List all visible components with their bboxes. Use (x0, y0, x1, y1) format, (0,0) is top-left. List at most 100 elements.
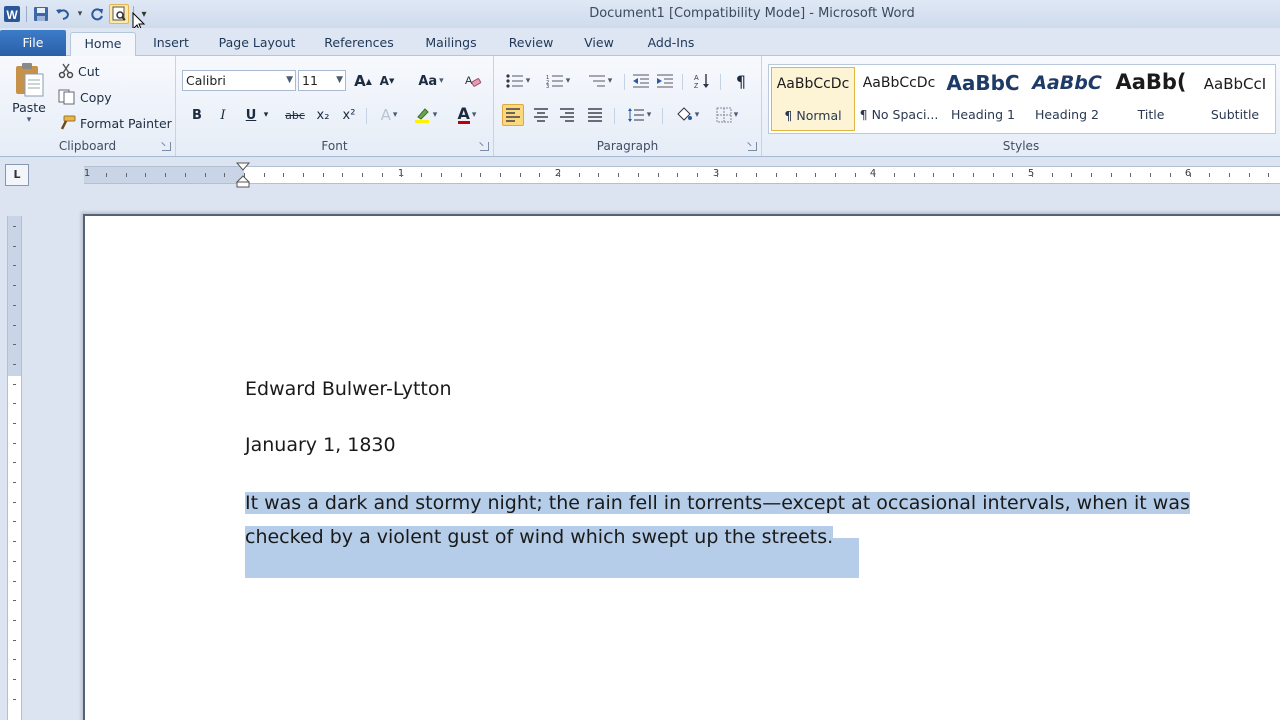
style-title[interactable]: AaBb( Title (1109, 67, 1193, 131)
numbering-button[interactable]: 123 (540, 70, 576, 92)
font-color-icon: A (457, 103, 470, 124)
ruler-tick (13, 679, 16, 680)
paste-button[interactable]: Paste ▾ (8, 60, 50, 125)
increase-indent-button[interactable] (654, 70, 676, 92)
paragraph-line: It was a dark and stormy night; the rain… (245, 492, 1190, 514)
ruler-tick (382, 173, 383, 177)
shading-button[interactable] (670, 104, 704, 126)
indent-marker-icon[interactable] (235, 162, 251, 191)
tab-addins[interactable]: Add-Ins (638, 32, 704, 56)
text-effects-button[interactable]: A (374, 104, 404, 126)
ruler-tick (13, 462, 16, 463)
show-marks-button[interactable]: ¶ (730, 70, 752, 92)
style-subtitle[interactable]: AaBbCcI Subtitle (1193, 67, 1277, 131)
chevron-down-icon: ▼ (336, 75, 343, 85)
style-preview: AaBbC (1032, 72, 1102, 94)
tab-selector[interactable]: L (5, 164, 29, 186)
font-launcher-icon[interactable] (480, 142, 489, 151)
paragraph-launcher-icon[interactable] (748, 142, 757, 151)
tab-view[interactable]: View (576, 32, 622, 56)
ruler-tick (13, 443, 16, 444)
align-right-button[interactable] (556, 104, 578, 126)
ruler-tick (13, 482, 16, 483)
font-size-combo[interactable]: 11 ▼ (298, 70, 346, 91)
tab-mailings[interactable]: Mailings (416, 32, 486, 56)
italic-button[interactable]: I (212, 104, 234, 126)
style-preview: AaBbC (946, 71, 1020, 95)
ruler-tick (224, 173, 225, 177)
strikethrough-button[interactable]: abc (282, 104, 308, 126)
increase-indent-icon (656, 74, 674, 88)
font-name-combo[interactable]: Calibri ▼ (182, 70, 296, 91)
decrease-indent-button[interactable] (630, 70, 652, 92)
superscript-button[interactable]: x² (338, 104, 360, 126)
bullets-button[interactable] (500, 70, 536, 92)
ruler-tick (796, 173, 797, 177)
bold-button[interactable]: B (186, 104, 208, 126)
sort-button[interactable]: AZ (692, 70, 714, 92)
ruler-tick (165, 173, 166, 177)
ruler-tick (1249, 173, 1250, 177)
clear-formatting-button[interactable]: A (462, 70, 484, 92)
cut-button[interactable]: Cut (58, 63, 100, 79)
line-spacing-button[interactable] (622, 104, 656, 126)
selected-paragraph[interactable]: It was a dark and stormy night; the rain… (245, 486, 1219, 554)
paragraph-separator (682, 74, 683, 90)
ruler-tick (13, 344, 16, 345)
ruler-tick (13, 265, 16, 266)
tab-references[interactable]: References (318, 32, 400, 56)
style-normal[interactable]: AaBbCcDc ¶ Normal (771, 67, 855, 131)
style-no-spacing[interactable]: AaBbCcDc ¶ No Spaci... (857, 67, 941, 131)
style-heading-1[interactable]: AaBbC Heading 1 (941, 67, 1025, 131)
tab-insert[interactable]: Insert (146, 32, 196, 56)
font-color-button[interactable]: A (450, 104, 484, 126)
cut-label: Cut (78, 63, 100, 79)
tab-page-layout[interactable]: Page Layout (212, 32, 302, 56)
subscript-button[interactable]: x₂ (312, 104, 334, 126)
shrink-font-icon: A (379, 74, 389, 88)
ruler-tick (323, 173, 324, 177)
ruler-tick (106, 173, 107, 177)
ruler-tick (756, 173, 757, 177)
ruler-tick (13, 620, 16, 621)
borders-button[interactable] (710, 104, 744, 126)
ruler-tick (1111, 173, 1112, 177)
highlight-button[interactable] (410, 104, 440, 126)
borders-icon (716, 107, 732, 123)
tab-home[interactable]: Home (70, 32, 136, 56)
change-case-button[interactable]: Aa (414, 70, 448, 92)
align-left-button[interactable] (502, 104, 524, 126)
tab-review[interactable]: Review (502, 32, 560, 56)
multilevel-list-button[interactable] (582, 70, 618, 92)
copy-button[interactable]: Copy (58, 89, 112, 105)
justify-button[interactable] (584, 104, 606, 126)
align-right-icon (559, 108, 575, 122)
grow-font-button[interactable]: A ▲ (352, 70, 374, 92)
paragraph-separator (624, 74, 625, 90)
horizontal-ruler[interactable]: 1123456 (84, 166, 1280, 184)
svg-text:3: 3 (546, 84, 549, 88)
align-center-button[interactable] (530, 104, 552, 126)
style-heading-2[interactable]: AaBbC Heading 2 (1025, 67, 1109, 131)
format-painter-button[interactable]: Format Painter (58, 115, 172, 131)
ruler-tick (1150, 173, 1151, 177)
ruler-number: 3 (712, 168, 720, 179)
clipboard-launcher-icon[interactable] (162, 142, 171, 151)
paragraph-separator (662, 108, 663, 124)
shrink-font-button[interactable]: A ▼ (376, 70, 398, 92)
ruler-tick (1170, 173, 1171, 177)
ruler-tick (1190, 173, 1191, 177)
paste-dropdown-icon[interactable]: ▾ (27, 116, 32, 125)
ruler-tick (480, 173, 481, 177)
date-line[interactable]: January 1, 1830 (245, 434, 396, 456)
author-line[interactable]: Edward Bulwer-Lytton (245, 378, 452, 400)
document-page[interactable]: Edward Bulwer-Lytton January 1, 1830 It … (83, 214, 1280, 720)
underline-dropdown-icon[interactable]: ▾ (260, 104, 272, 126)
tab-file[interactable]: File (0, 30, 66, 56)
style-preview: AaBbCcDc (862, 75, 936, 91)
ruler-tick (914, 173, 915, 177)
vertical-ruler[interactable] (7, 216, 22, 720)
underline-button[interactable]: U (240, 104, 262, 126)
ruler-tick (677, 173, 678, 177)
ruler-number: 5 (1027, 168, 1035, 179)
